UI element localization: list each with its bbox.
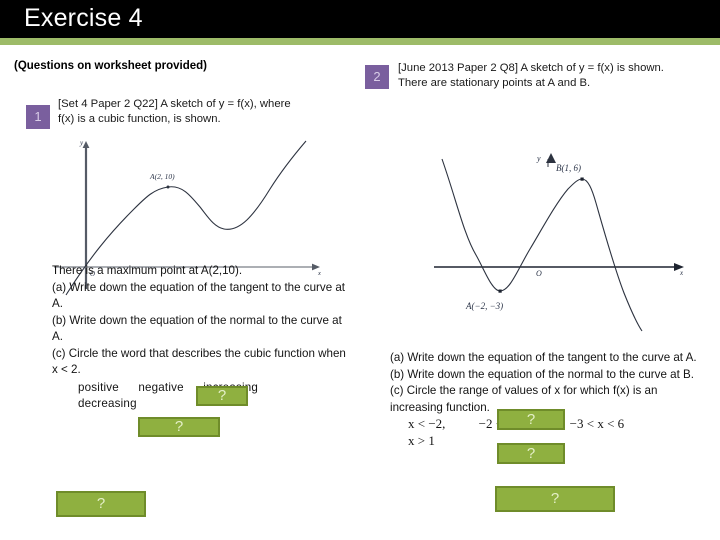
question-2-part-b: (b) Write down the equation of the norma…	[390, 367, 694, 381]
question-1-intro: There is a maximum point at A(2,10).	[52, 264, 243, 277]
q1-tangent-answer-box[interactable]: ?	[196, 386, 248, 406]
q2-circle-answer-box[interactable]: ?	[495, 486, 615, 512]
point-b-label-2: B(1, 6)	[556, 163, 581, 173]
question-2-body: (a) Write down the equation of the tange…	[390, 350, 712, 449]
question-1-prompt: [Set 4 Paper 2 Q22] A sketch of y = f(x)…	[58, 97, 350, 127]
right-column: 2 [June 2013 Paper 2 Q8] A sketch of y =…	[360, 45, 720, 540]
option-x-gt-1[interactable]: x > 1	[408, 433, 435, 448]
question-1-part-c: (c) Circle the word that describes the c…	[52, 346, 346, 377]
y-axis-arrow	[82, 141, 90, 148]
q2-tangent-answer-box[interactable]: ?	[497, 409, 565, 430]
question-number-badge-2: 2	[365, 65, 389, 89]
question-1-prompt-line2: f(x) is a cubic function, is shown.	[58, 113, 221, 125]
y-axis-label: y	[79, 139, 84, 147]
point-a-label-1: A(2, 10)	[149, 172, 175, 181]
page-title: Exercise 4	[24, 4, 143, 32]
q1-circle-answer-box[interactable]: ?	[56, 491, 146, 517]
question-1-part-b: (b) Write down the equation of the norma…	[52, 313, 342, 344]
question-2-prompt: [June 2013 Paper 2 Q8] A sketch of y = f…	[398, 61, 718, 91]
question-2-part-a: (a) Write down the equation of the tange…	[390, 351, 697, 364]
option-decreasing[interactable]: decreasing	[78, 397, 137, 410]
point-a-marker-1	[166, 185, 170, 189]
option-positive[interactable]: positive	[78, 381, 119, 394]
question-2-prompt-line1: [June 2013 Paper 2 Q8] A sketch of y = f…	[398, 62, 664, 74]
y-axis-label-2: y	[536, 154, 541, 163]
option-x-lt-neg2[interactable]: x < −2,	[408, 416, 445, 431]
origin-label-2: O	[536, 269, 542, 278]
question-number-badge-1: 1	[26, 105, 50, 129]
option-negative[interactable]: negative	[138, 381, 183, 394]
worksheet-note: (Questions on worksheet provided)	[14, 60, 207, 72]
y-axis-arrow-2	[546, 153, 556, 163]
point-a-marker-2	[498, 289, 502, 293]
left-column: (Questions on worksheet provided) 1 [Set…	[0, 45, 360, 540]
q2-normal-answer-box[interactable]: ?	[497, 443, 565, 464]
point-b-marker-2	[580, 177, 584, 181]
question-2-prompt-line2: There are stationary points at A and B.	[398, 77, 591, 89]
question-2-graph: y x O A(−2, −3) B(1, 6)	[408, 103, 708, 348]
slide: Exercise 4 (Questions on worksheet provi…	[0, 0, 720, 540]
x-axis-label-2: x	[679, 269, 684, 277]
point-a-label-2: A(−2, −3)	[465, 301, 503, 311]
question-1-part-a: (a) Write down the equation of the tange…	[52, 280, 346, 311]
cubic-sketch-svg-2: y x O A(−2, −3) B(1, 6)	[434, 153, 684, 332]
option-neg3-lt-x-lt-6[interactable]: −3 < x < 6	[570, 416, 625, 431]
header-accent-rule	[0, 38, 720, 45]
question-1-prompt-line1: [Set 4 Paper 2 Q22] A sketch of y = f(x)…	[58, 98, 291, 110]
q1-normal-answer-box[interactable]: ?	[138, 417, 220, 437]
